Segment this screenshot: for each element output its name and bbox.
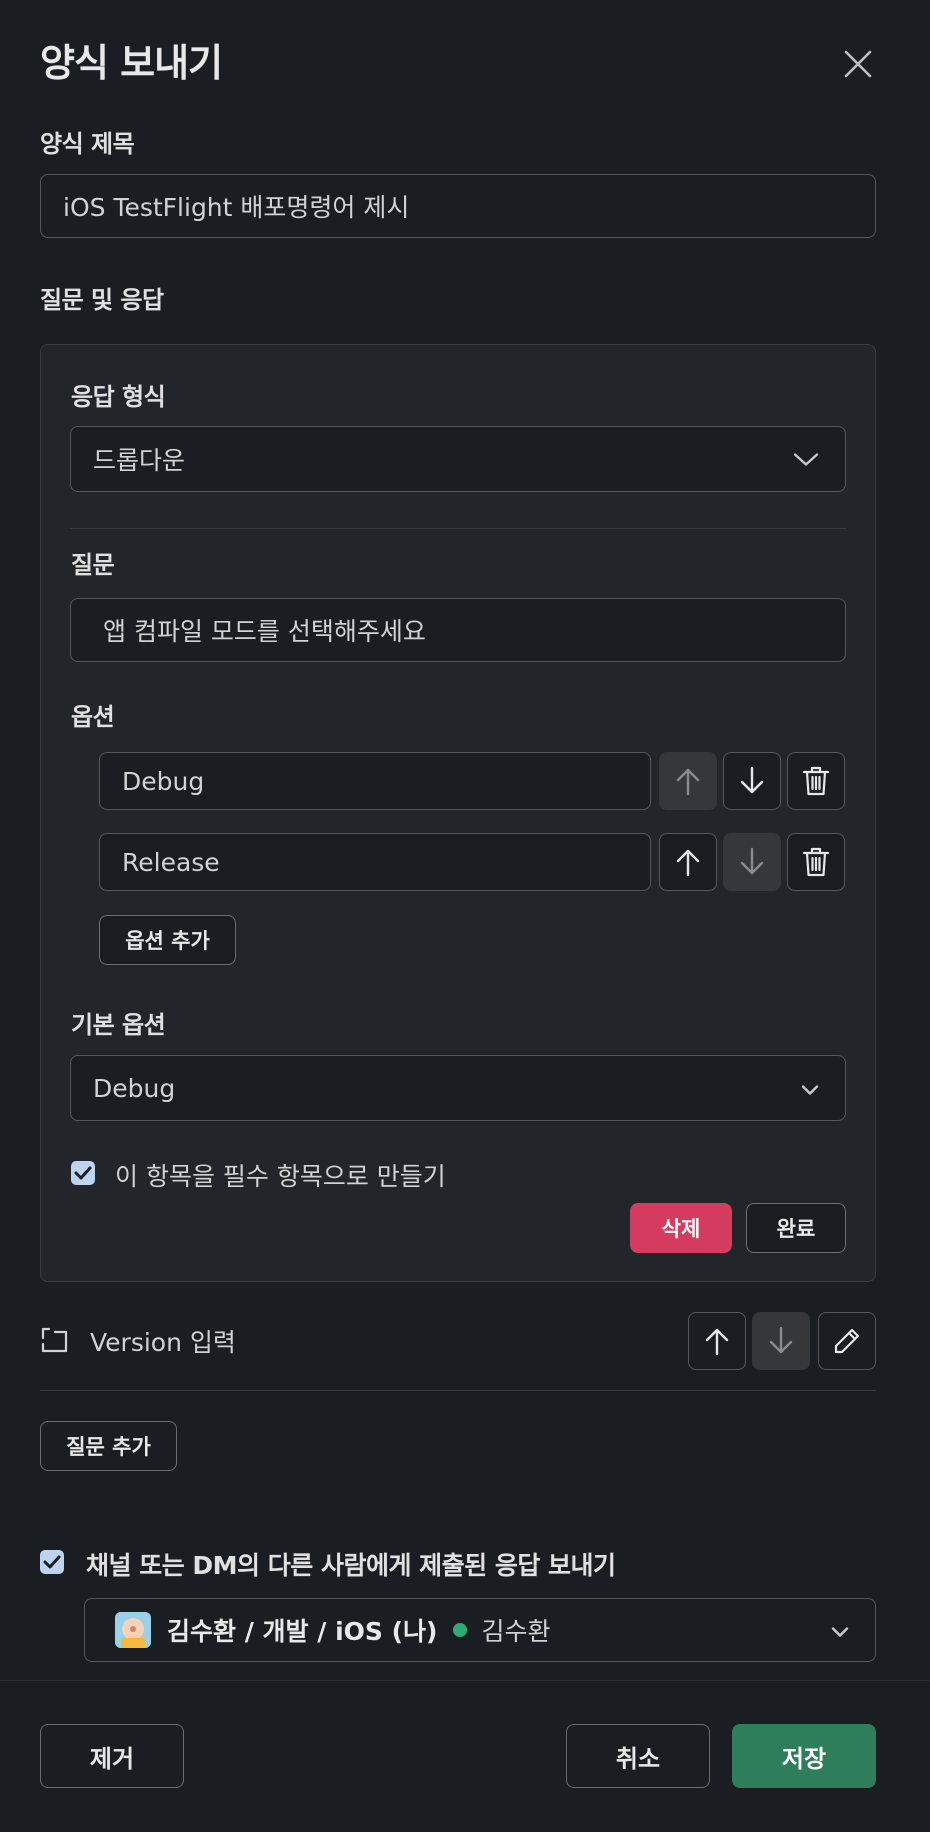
recipient-select[interactable]: 김수환 / 개발 / iOS (나) 김수환 bbox=[84, 1598, 876, 1662]
form-title-input[interactable]: iOS TestFlight 배포명령어 제시 bbox=[40, 174, 876, 238]
footer-divider bbox=[0, 1680, 930, 1681]
share-responses-label: 채널 또는 DM의 다른 사람에게 제출된 응답 보내기 bbox=[86, 1551, 616, 1580]
delete-button[interactable]: 삭제 bbox=[630, 1203, 732, 1253]
default-option-value: Debug bbox=[93, 1073, 176, 1103]
chevron-down-icon bbox=[793, 445, 819, 474]
done-button[interactable]: 완료 bbox=[746, 1203, 846, 1253]
option-input-debug[interactable]: Debug bbox=[99, 752, 651, 810]
question-editor-card: 응답 형식 드롭다운 질문 앱 컴파일 모드를 선택해주세요 옵션 Debug … bbox=[40, 344, 876, 1282]
response-type-select[interactable]: 드롭다운 bbox=[70, 426, 846, 492]
cancel-button[interactable]: 취소 bbox=[566, 1724, 710, 1788]
move-down-button[interactable] bbox=[752, 1312, 810, 1370]
move-up-button[interactable] bbox=[659, 833, 717, 891]
divider bbox=[70, 528, 846, 529]
trash-icon[interactable] bbox=[787, 752, 845, 810]
form-title-label: 양식 제목 bbox=[40, 130, 135, 158]
required-label: 이 항목을 필수 항목으로 만들기 bbox=[115, 1162, 446, 1191]
trash-icon[interactable] bbox=[787, 833, 845, 891]
default-option-label: 기본 옵션 bbox=[71, 1011, 166, 1039]
move-up-button[interactable] bbox=[688, 1312, 746, 1370]
default-option-select[interactable]: Debug bbox=[70, 1055, 846, 1121]
move-up-button[interactable] bbox=[659, 752, 717, 810]
collapsed-question-label: Version 입력 bbox=[90, 1328, 236, 1357]
move-down-button[interactable] bbox=[723, 752, 781, 810]
chevron-down-icon bbox=[831, 1616, 849, 1645]
required-checkbox[interactable] bbox=[71, 1161, 95, 1185]
share-responses-checkbox[interactable] bbox=[40, 1550, 64, 1574]
question-input[interactable]: 앱 컴파일 모드를 선택해주세요 bbox=[70, 598, 846, 662]
recipient-name: 김수환 bbox=[481, 1617, 551, 1646]
response-type-label: 응답 형식 bbox=[71, 383, 166, 411]
divider bbox=[40, 1390, 876, 1391]
option-input-release[interactable]: Release bbox=[99, 833, 651, 891]
move-down-button[interactable] bbox=[723, 833, 781, 891]
question-label: 질문 bbox=[71, 551, 115, 579]
save-button[interactable]: 저장 bbox=[732, 1724, 876, 1788]
edit-pencil-icon[interactable] bbox=[818, 1312, 876, 1370]
short-text-icon bbox=[40, 1326, 70, 1356]
add-option-button[interactable]: 옵션 추가 bbox=[99, 915, 236, 965]
recipient-channel: 김수환 / 개발 / iOS (나) bbox=[167, 1617, 438, 1646]
avatar bbox=[115, 1612, 151, 1648]
presence-dot bbox=[453, 1623, 468, 1637]
options-label: 옵션 bbox=[71, 703, 115, 731]
modal-title: 양식 보내기 bbox=[40, 41, 223, 85]
add-question-button[interactable]: 질문 추가 bbox=[40, 1421, 177, 1471]
chevron-down-icon bbox=[801, 1074, 819, 1103]
remove-button[interactable]: 제거 bbox=[40, 1724, 184, 1788]
close-icon[interactable] bbox=[840, 46, 876, 82]
qa-section-label: 질문 및 응답 bbox=[40, 286, 164, 314]
response-type-value: 드롭다운 bbox=[93, 446, 186, 475]
